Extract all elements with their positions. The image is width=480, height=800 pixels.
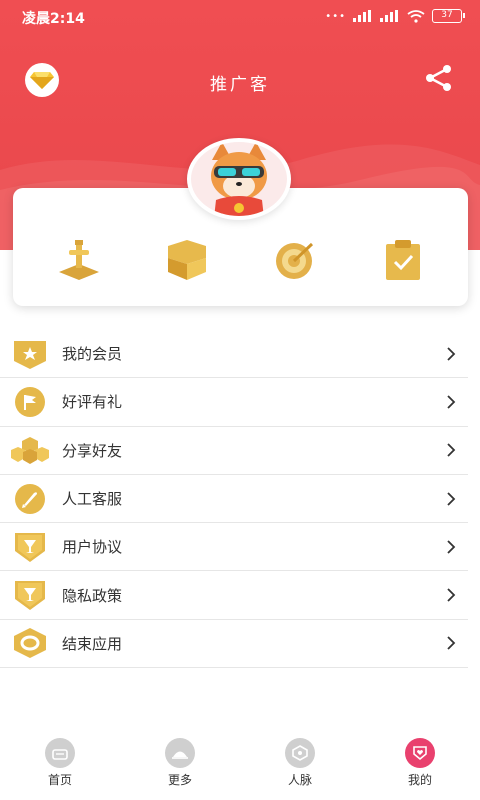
menu-item-membership[interactable]: 我的会员 — [0, 330, 468, 379]
rocket-icon — [15, 483, 45, 514]
signal-icon — [380, 10, 398, 22]
menu-label: 好评有礼 — [62, 393, 123, 412]
tab-label: 我的 — [407, 773, 432, 787]
network-icon — [285, 738, 315, 768]
cube-icon — [168, 240, 206, 280]
menu-item-user-agreement[interactable]: 用户协议 — [0, 523, 468, 572]
heart-shield-icon — [405, 738, 435, 768]
tab-label: 人脉 — [287, 773, 312, 787]
dog-mascot-icon — [211, 142, 267, 216]
bottom-tab-bar: 首页 更多 人脉 我的 — [0, 732, 480, 800]
tab-home[interactable]: 首页 — [20, 738, 100, 788]
page-title: 推广客 — [210, 75, 270, 95]
chevron-right-icon — [447, 588, 456, 602]
menu-item-share-friends[interactable]: 分享好友 — [0, 427, 468, 475]
chevron-right-icon — [447, 347, 456, 361]
signal-dots: ••• — [325, 10, 346, 22]
menu-label: 分享好友 — [62, 441, 123, 460]
clipboard-check-icon — [386, 240, 420, 280]
share-icon — [426, 65, 451, 91]
chevron-right-icon — [447, 540, 456, 554]
tab-label: 更多 — [167, 773, 192, 787]
menu-item-customer-service[interactable]: 人工客服 — [0, 475, 468, 524]
chevron-right-icon — [447, 636, 456, 651]
tab-more[interactable]: 更多 — [140, 738, 220, 788]
tab-label: 首页 — [47, 773, 72, 787]
flag-icon — [15, 386, 45, 417]
battery-indicator: 37 — [432, 9, 465, 23]
menu-list: 我的会员 好评有礼 分享好友 人工客服 用户协议 隐私政策 结束应用 — [0, 330, 480, 669]
menu-item-review-reward[interactable]: 好评有礼 — [0, 378, 468, 427]
menu-label: 我的会员 — [62, 345, 123, 364]
hexagon-icon — [14, 628, 46, 659]
avatar[interactable] — [187, 138, 291, 220]
quick-action-sword[interactable] — [55, 240, 103, 280]
menu-item-exit-app[interactable]: 结束应用 — [0, 620, 468, 669]
quick-action-clipboard[interactable] — [379, 240, 427, 280]
quick-action-target[interactable] — [271, 240, 319, 280]
chevron-right-icon — [447, 491, 456, 506]
quick-action-cube[interactable] — [163, 240, 211, 280]
star-badge-icon — [14, 340, 46, 369]
tab-mine[interactable]: 我的 — [380, 738, 460, 788]
chevron-right-icon — [447, 395, 456, 409]
status-time: 凌晨2:14 — [22, 11, 85, 27]
target-icon — [276, 242, 314, 279]
wifi-icon — [407, 9, 425, 23]
status-bar: 凌晨2:14 ••• 37 — [0, 0, 480, 34]
share-button[interactable] — [424, 64, 454, 92]
chevron-right-icon — [447, 443, 456, 457]
cup-shield-icon — [15, 532, 45, 562]
menu-label: 隐私政策 — [62, 586, 123, 605]
friends-icon — [11, 437, 49, 465]
menu-label: 用户协议 — [62, 538, 123, 557]
cup-shield-icon — [15, 581, 45, 611]
menu-label: 结束应用 — [62, 634, 123, 653]
menu-item-privacy-policy[interactable]: 隐私政策 — [0, 571, 468, 620]
signal-icon — [353, 10, 371, 22]
home-icon — [45, 738, 75, 768]
more-icon — [165, 738, 195, 768]
tab-network[interactable]: 人脉 — [260, 738, 340, 788]
status-icons: ••• 37 — [325, 9, 465, 23]
menu-label: 人工客服 — [62, 490, 123, 509]
sword-icon — [59, 240, 99, 280]
